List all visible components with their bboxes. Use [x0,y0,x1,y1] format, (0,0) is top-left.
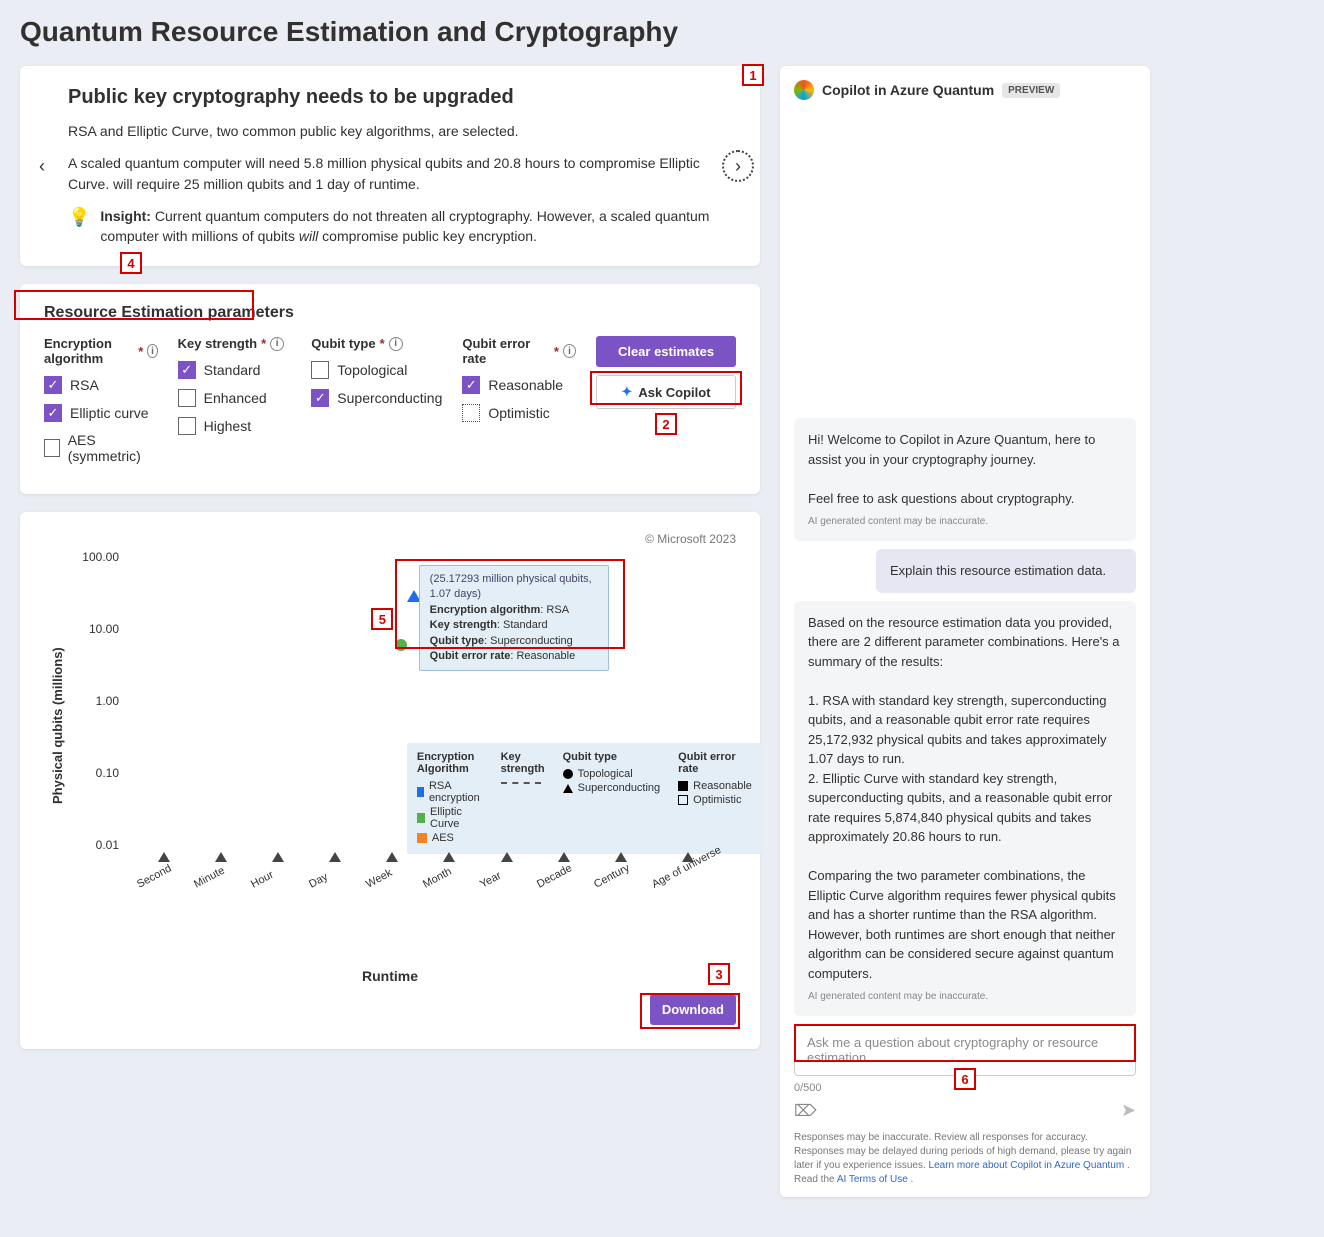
terms-link[interactable]: AI Terms of Use [837,1174,908,1185]
checkbox-algo-elliptic-curve[interactable]: ✓ Elliptic curve [44,404,158,422]
checkbox-err-reasonable[interactable]: ✓ Reasonable [462,376,576,394]
checkbox-label: Optimistic [488,405,549,421]
copilot-fineprint: Responses may be inaccurate. Review all … [794,1131,1136,1187]
user-message: Explain this resource estimation data. [876,549,1136,593]
checkbox-label: RSA [70,377,99,393]
annotation-box-6 [794,1024,1136,1062]
checkbox-icon [178,417,196,435]
prev-arrow[interactable]: ‹ [26,150,58,182]
checkbox-label: AES (symmetric) [68,432,158,464]
plot-area: (25.17293 million physical qubits, 1.07 … [135,546,726,856]
checkbox-icon [178,389,196,407]
checkbox-label: Elliptic curve [70,405,149,421]
annotation-2: 2 [655,413,677,435]
param-col-key: Key strength*i ✓StandardEnhancedHighest [178,336,292,474]
info-icon[interactable]: i [147,344,157,358]
next-arrow[interactable]: › [722,150,754,182]
checkbox-icon [44,439,60,457]
checkbox-icon [311,361,329,379]
annotation-box-5 [395,559,625,649]
chart-copyright: © Microsoft 2023 [44,532,736,546]
clear-estimates-button[interactable]: Clear estimates [596,336,736,367]
annotation-box-4 [14,290,254,320]
checkbox-icon: ✓ [462,376,480,394]
summary-heading: Public key cryptography needs to be upgr… [68,86,712,109]
annotation-6: 6 [954,1068,976,1090]
checkbox-key-highest[interactable]: Highest [178,417,292,435]
annotation-4: 4 [120,252,142,274]
checkbox-qubit-superconducting[interactable]: ✓ Superconducting [311,389,442,407]
learn-more-link[interactable]: Learn more about Copilot in Azure Quantu… [929,1160,1125,1171]
checkbox-label: Topological [337,362,407,378]
checkbox-algo-aes-symmetric-[interactable]: AES (symmetric) [44,432,158,464]
checkbox-err-optimistic[interactable]: Optimistic [462,404,576,422]
checkbox-icon [462,404,480,422]
checkbox-icon: ✓ [44,404,62,422]
summary-line2: A scaled quantum computer will need 5.8 … [68,153,712,194]
checkbox-algo-rsa[interactable]: ✓ RSA [44,376,158,394]
y-ticks: 100.0010.001.000.100.01 [65,546,125,856]
param-label-algorithm: Encryption algorithm [44,336,134,366]
x-ticks: SecondMinuteHourDayWeekMonthYearDecadeCe… [135,852,726,906]
annotation-5: 5 [371,608,393,630]
parameters-card: 4 Resource Estimation parameters Encrypt… [20,284,760,494]
annotation-3: 3 [708,963,730,985]
param-col-error: Qubit error rate*i ✓ReasonableOptimistic [462,336,576,474]
annotation-box-2 [590,371,742,405]
param-label-key: Key strength [178,336,257,351]
checkbox-label: Reasonable [488,377,563,393]
copilot-title: Copilot in Azure Quantum [822,82,994,98]
checkbox-key-standard[interactable]: ✓ Standard [178,361,292,379]
lightbulb-icon: 💡 [68,208,90,226]
param-label-error: Qubit error rate [462,336,550,366]
checkbox-icon: ✓ [178,361,196,379]
char-counter: 0/500 [794,1082,822,1094]
checkbox-icon: ✓ [311,389,329,407]
param-col-algorithm: Encryption algorithm*i ✓RSA✓Elliptic cur… [44,336,158,474]
annotation-box-3 [640,993,740,1029]
checkbox-label: Superconducting [337,390,442,406]
checkbox-icon: ✓ [44,376,62,394]
summary-insight: Insight: Current quantum computers do no… [100,206,712,247]
info-icon[interactable]: i [270,337,284,351]
info-icon[interactable]: i [563,344,576,358]
checkbox-label: Highest [204,418,251,434]
checkbox-label: Enhanced [204,390,267,406]
clear-chat-icon[interactable]: ⌦ [794,1101,817,1121]
chart-card: © Microsoft 2023 Physical qubits (millio… [20,512,760,1049]
annotation-1: 1 [742,64,764,86]
chart-legend: Encryption Algorithm RSA encryption Elli… [407,743,762,854]
checkbox-label: Standard [204,362,261,378]
copilot-welcome: Hi! Welcome to Copilot in Azure Quantum,… [794,418,1136,541]
copilot-logo-icon [794,80,814,100]
copilot-reply: Based on the resource estimation data yo… [794,601,1136,1017]
checkbox-key-enhanced[interactable]: Enhanced [178,389,292,407]
page-title: Quantum Resource Estimation and Cryptogr… [20,16,1304,48]
copilot-panel: Copilot in Azure Quantum PREVIEW Hi! Wel… [780,66,1150,1197]
param-col-qubit: Qubit type*i Topological✓Superconducting [311,336,442,474]
x-axis-title: Runtime [44,968,736,984]
preview-badge: PREVIEW [1002,83,1060,98]
checkbox-qubit-topological[interactable]: Topological [311,361,442,379]
y-axis-title: Physical qubits (millions) [44,546,65,906]
param-label-qubit: Qubit type [311,336,375,351]
send-icon[interactable]: ➤ [1121,1100,1136,1121]
summary-line1: RSA and Elliptic Curve, two common publi… [68,121,712,141]
info-icon[interactable]: i [389,337,403,351]
summary-card: ‹ › 1 Public key cryptography needs to b… [20,66,760,266]
